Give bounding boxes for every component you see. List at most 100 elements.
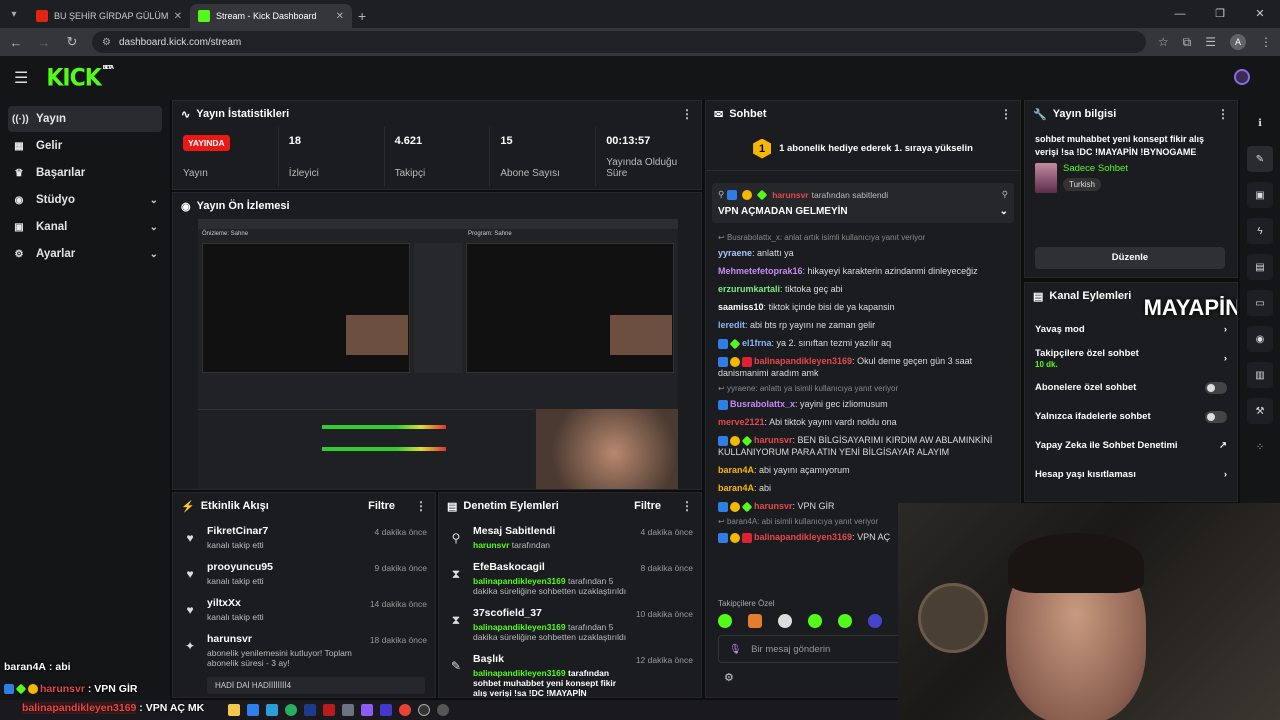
- restore-icon[interactable]: ❐: [1200, 0, 1240, 28]
- chat-message[interactable]: merve2121: Abi tiktok yayını vardı noldu…: [706, 413, 1020, 431]
- layout-icon[interactable]: ▥: [1247, 362, 1273, 388]
- filter-button[interactable]: Filtre: [368, 500, 395, 512]
- chat-username[interactable]: baran4A: [718, 483, 754, 493]
- more-options-icon[interactable]: ⋮: [681, 499, 693, 513]
- gift-goal-banner[interactable]: 1 1 abonelik hediye ederek 1. sıraya yük…: [706, 127, 1020, 171]
- emote-icon[interactable]: [778, 614, 792, 628]
- close-tab-icon[interactable]: ✕: [336, 11, 344, 22]
- media-icon[interactable]: ☰: [1205, 35, 1216, 49]
- chat-message[interactable]: erzurumkartali: tiktoka geç abi: [706, 280, 1020, 298]
- new-tab-icon[interactable]: +: [358, 4, 366, 28]
- account-age-row[interactable]: Hesap yaşı kısıtlaması ›: [1025, 460, 1237, 489]
- moderator-name[interactable]: balinapandikleyen3169: [473, 622, 566, 632]
- app-icon[interactable]: [266, 704, 278, 716]
- app-icon[interactable]: [323, 704, 335, 716]
- chat-username[interactable]: erzurumkartali: [718, 284, 780, 294]
- edge-icon[interactable]: [285, 704, 297, 716]
- sidebar-item-studyo[interactable]: ◉ Stüdyo ⌄: [8, 187, 162, 213]
- hamburger-menu-icon[interactable]: ☰: [14, 68, 28, 88]
- sidebar-item-yayin[interactable]: ((·)) Yayın: [8, 106, 162, 132]
- tab-search-icon[interactable]: ▾: [0, 0, 28, 28]
- chat-bubble-icon[interactable]: ▭: [1247, 290, 1273, 316]
- app-icon[interactable]: [304, 704, 316, 716]
- pinned-by-user[interactable]: harunsvr: [772, 190, 808, 200]
- chat-message[interactable]: balinapandikleyen3169: Okul deme geçen g…: [706, 352, 1020, 382]
- chat-message[interactable]: saamiss10: tiktok içinde bisi de ya kapa…: [706, 298, 1020, 316]
- wrench-icon[interactable]: ⚒: [1247, 398, 1273, 424]
- chevron-down-icon[interactable]: ⌄: [1000, 206, 1008, 217]
- chat-username[interactable]: Mehmetefetoprak16: [718, 266, 803, 276]
- activity-user[interactable]: FikretCinar7: [207, 525, 367, 537]
- emote-icon[interactable]: [808, 614, 822, 628]
- emote-icon[interactable]: [838, 614, 852, 628]
- app-icon[interactable]: [247, 704, 259, 716]
- back-icon[interactable]: ←: [8, 35, 24, 50]
- chat-username[interactable]: balinapandikleyen3169: [754, 532, 852, 542]
- more-options-icon[interactable]: ⋮: [1000, 107, 1012, 121]
- microphone-icon[interactable]: 🎙: [729, 644, 741, 655]
- chat-username[interactable]: harunsvr: [754, 501, 793, 511]
- chat-settings-icon[interactable]: ⚙: [724, 671, 734, 684]
- sidebar-item-gelir[interactable]: ▦ Gelir: [8, 133, 162, 159]
- sidebar-item-basarilar[interactable]: ♛ Başarılar: [8, 160, 162, 186]
- chat-message[interactable]: Mehmetefetoprak16: hikayeyi karakterin a…: [706, 262, 1020, 280]
- moderator-name[interactable]: harunsvr: [473, 540, 509, 550]
- app-icon[interactable]: [380, 704, 392, 716]
- chat-username[interactable]: el1frna: [742, 338, 772, 348]
- chat-username[interactable]: harunsvr: [754, 435, 793, 445]
- user-avatar[interactable]: [1234, 69, 1250, 85]
- sidebar-item-kanal[interactable]: ▣ Kanal ⌄: [8, 214, 162, 240]
- app-icon[interactable]: [361, 704, 373, 716]
- followers-only-row[interactable]: Takipçilere özel sohbet 10 dk. ›: [1025, 344, 1237, 373]
- category-link[interactable]: Sadece Sohbet: [1063, 163, 1128, 174]
- activity-user[interactable]: prooyuncu95: [207, 561, 367, 573]
- chat-username[interactable]: merve2121: [718, 417, 765, 427]
- chat-username[interactable]: yyraene: [718, 248, 752, 258]
- chat-username[interactable]: leredit: [718, 320, 745, 330]
- browser-tab-youtube[interactable]: BU ŞEHİR GİRDAP GÜLÜM / YÜ ✕: [28, 4, 190, 28]
- chat-message[interactable]: el1frna: ya 2. sınıftan tezmi yazılır aq: [706, 334, 1020, 352]
- edit-button[interactable]: Düzenle: [1035, 247, 1225, 269]
- app-icon[interactable]: [437, 704, 449, 716]
- minimize-icon[interactable]: —: [1160, 0, 1200, 28]
- moderator-name[interactable]: balinapandikleyen3169: [473, 668, 566, 678]
- more-apps-icon[interactable]: ⁘: [1247, 434, 1273, 460]
- lightning-icon[interactable]: ϟ: [1247, 218, 1273, 244]
- pinned-message[interactable]: ⚲ harunsvr tarafından sabitlendi ⚲ VPN A…: [712, 183, 1014, 223]
- chat-username[interactable]: Busrabolattx_x: [730, 399, 795, 409]
- chat-message[interactable]: leredit: abi bts rp yayını ne zaman geli…: [706, 316, 1020, 334]
- more-options-icon[interactable]: ⋮: [1217, 107, 1229, 121]
- chat-message[interactable]: baran4A: abi: [706, 479, 1020, 497]
- filter-button[interactable]: Filtre: [634, 500, 661, 512]
- pencil-icon[interactable]: ✎: [1247, 146, 1273, 172]
- emote-only-toggle[interactable]: [1205, 410, 1227, 423]
- chat-message[interactable]: harunsvr: BEN BİLGİSAYARIMI KIRDIM AW AB…: [706, 431, 1020, 461]
- chat-message[interactable]: yyraene: anlattı ya: [706, 244, 1020, 262]
- chat-username[interactable]: saamiss10: [718, 302, 764, 312]
- explorer-icon[interactable]: [228, 704, 240, 716]
- emote-icon[interactable]: [718, 614, 732, 628]
- capture-icon[interactable]: ▣: [1247, 182, 1273, 208]
- kick-logo[interactable]: KICK BETA: [46, 64, 114, 92]
- chat-username[interactable]: baran4A: [718, 465, 754, 475]
- broadcast-icon[interactable]: ◉: [1247, 326, 1273, 352]
- sidebar-item-ayarlar[interactable]: ⚙ Ayarlar ⌄: [8, 241, 162, 267]
- profile-avatar[interactable]: A: [1230, 34, 1246, 50]
- forward-icon[interactable]: →: [36, 35, 52, 50]
- close-tab-icon[interactable]: ✕: [174, 11, 182, 22]
- browser-tab-kick[interactable]: Stream - Kick Dashboard ✕: [190, 4, 352, 28]
- subscribers-only-toggle[interactable]: [1205, 381, 1227, 394]
- app-icon[interactable]: [342, 704, 354, 716]
- url-field[interactable]: ⚙ dashboard.kick.com/stream: [92, 31, 1146, 53]
- chat-message[interactable]: Busrabolattx_x: yayini gec izliomusum: [706, 395, 1020, 413]
- menu-icon[interactable]: ⋮: [1260, 35, 1272, 49]
- chrome-icon[interactable]: [399, 704, 411, 716]
- moderator-name[interactable]: balinapandikleyen3169: [473, 576, 566, 586]
- chat-username[interactable]: balinapandikleyen3169: [754, 356, 852, 366]
- unpin-icon[interactable]: ⚲: [1002, 189, 1008, 200]
- moderation-title[interactable]: Mesaj Sabitlendi: [473, 525, 633, 537]
- more-options-icon[interactable]: ⋮: [681, 107, 693, 121]
- ai-moderation-row[interactable]: Yapay Zeka ile Sohbet Denetimi ↗: [1025, 431, 1237, 460]
- moderation-title[interactable]: 37scofield_37: [473, 607, 628, 619]
- emote-icon[interactable]: [748, 614, 762, 628]
